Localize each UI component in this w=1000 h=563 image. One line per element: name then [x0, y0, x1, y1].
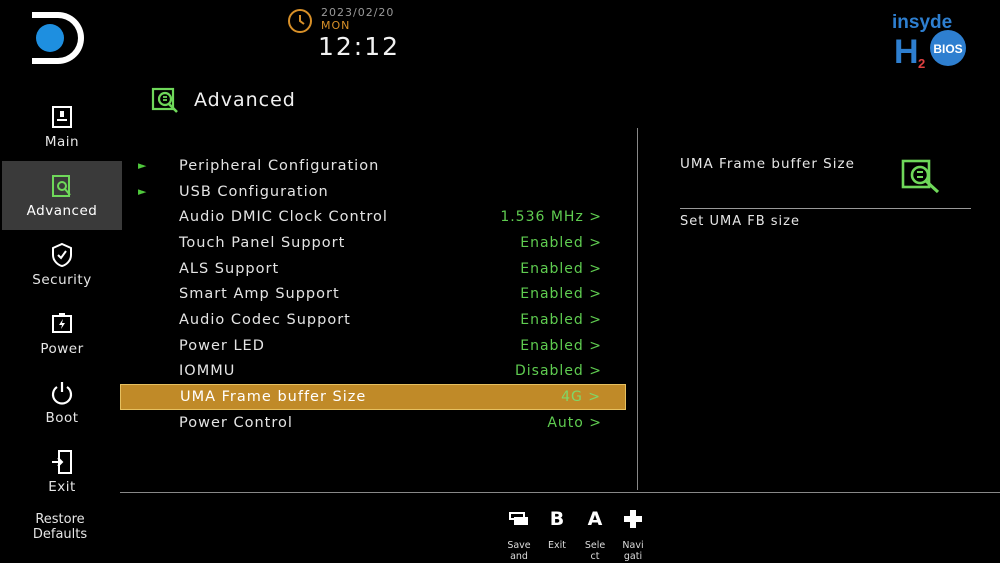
menu-item-value: 1.536 MHz > — [500, 209, 602, 226]
menu-item-value: Enabled > — [520, 286, 602, 303]
brand-line2: BIOS — [933, 42, 962, 56]
key-hint-label: Save and — [507, 540, 531, 562]
sidebar: Main Advanced Security Power Boot Exit — [0, 92, 124, 506]
key-hint-exit[interactable]: B Exit — [538, 508, 576, 562]
key-hint-navigate[interactable]: Navi gati — [614, 508, 652, 562]
advanced-icon — [49, 173, 75, 199]
key-hint-label: Sele ct — [584, 540, 606, 562]
key-hint-label: Exit — [548, 540, 566, 551]
svg-text:2: 2 — [918, 56, 925, 70]
submenu-arrow-icon: ► — [138, 159, 148, 173]
time-text: 12:12 — [318, 32, 401, 61]
menu-item-smart-amp-support[interactable]: Smart Amp Support Enabled > — [120, 281, 626, 307]
sidebar-item-security[interactable]: Security — [0, 230, 124, 299]
menu-item-peripheral-configuration[interactable]: ► Peripheral Configuration — [120, 153, 626, 179]
dpad-icon — [623, 508, 643, 530]
settings-list: ► Peripheral Configuration ► USB Configu… — [120, 153, 626, 436]
sidebar-item-power[interactable]: Power — [0, 299, 124, 368]
sidebar-item-label: Main — [44, 133, 80, 150]
menu-item-label: Touch Panel Support — [179, 234, 346, 251]
key-hint-select[interactable]: A Sele ct — [576, 508, 614, 562]
menu-item-power-led[interactable]: Power LED Enabled > — [120, 333, 626, 359]
sidebar-item-label: Security — [32, 271, 92, 288]
key-hint-label: Navi gati — [622, 540, 644, 562]
menu-item-value: Enabled > — [520, 260, 602, 277]
advanced-icon — [151, 87, 178, 113]
shield-icon — [49, 242, 75, 268]
menu-item-label: Peripheral Configuration — [179, 157, 380, 174]
menu-item-value: Enabled > — [520, 337, 602, 354]
menu-item-label: Audio Codec Support — [179, 311, 351, 328]
menu-item-label: Audio DMIC Clock Control — [179, 209, 388, 226]
menu-item-als-support[interactable]: ALS Support Enabled > — [120, 256, 626, 282]
menu-item-audio-codec-support[interactable]: Audio Codec Support Enabled > — [120, 307, 626, 333]
sidebar-item-boot[interactable]: Boot — [0, 368, 124, 437]
date-text: 2023/02/20 — [321, 6, 395, 19]
vertical-divider — [637, 128, 638, 490]
menu-item-label: Power Control — [179, 414, 293, 431]
main-icon — [49, 104, 75, 130]
save-icon — [508, 508, 530, 530]
brand-line1: insyde — [892, 12, 952, 33]
help-divider — [680, 208, 971, 209]
app-logo-icon — [32, 12, 84, 64]
menu-item-label: IOMMU — [179, 363, 236, 380]
menu-item-label: USB Configuration — [179, 183, 329, 200]
menu-item-uma-frame-buffer-size[interactable]: UMA Frame buffer Size 4G > — [120, 384, 626, 410]
restore-line1: Restore — [35, 512, 85, 527]
a-button-glyph: A — [587, 508, 603, 530]
horizontal-divider — [120, 492, 1000, 493]
b-button-glyph: B — [549, 508, 565, 530]
sidebar-item-label: Advanced — [26, 202, 98, 219]
menu-item-label: Power LED — [179, 337, 265, 354]
exit-door-icon — [49, 449, 75, 475]
sidebar-item-label: Power — [40, 340, 84, 357]
battery-icon — [49, 311, 75, 337]
key-hint-save[interactable]: Save and — [500, 508, 538, 562]
power-icon — [49, 380, 75, 406]
key-hints: Save and B Exit A Sele ct Navi gati — [500, 508, 652, 562]
menu-item-label: UMA Frame buffer Size — [180, 389, 367, 406]
menu-item-value: Enabled > — [520, 311, 602, 328]
help-description: Set UMA FB size — [680, 214, 800, 229]
restore-defaults-button[interactable]: Restore Defaults — [10, 512, 110, 542]
page-heading: Advanced — [150, 86, 296, 114]
insyde-h2o-logo: insyde H 2 BIOS — [886, 8, 974, 71]
sidebar-item-exit[interactable]: Exit — [0, 437, 124, 506]
menu-item-label: Smart Amp Support — [179, 286, 340, 303]
restore-line2: Defaults — [32, 527, 88, 542]
advanced-icon — [901, 159, 940, 194]
clock-icon — [288, 9, 312, 33]
day-text: MON — [321, 19, 351, 32]
menu-item-value: Auto > — [547, 414, 602, 431]
sidebar-item-main[interactable]: Main — [0, 92, 124, 161]
menu-item-label: ALS Support — [179, 260, 280, 277]
sidebar-item-label: Exit — [48, 478, 76, 495]
menu-item-power-control[interactable]: Power Control Auto > — [120, 410, 626, 436]
svg-text:H: H — [894, 33, 919, 70]
menu-item-value: 4G > — [561, 389, 601, 406]
menu-item-touch-panel-support[interactable]: Touch Panel Support Enabled > — [120, 230, 626, 256]
menu-item-value: Enabled > — [520, 234, 602, 251]
menu-item-usb-configuration[interactable]: ► USB Configuration — [120, 179, 626, 205]
menu-item-audio-dmic-clock-control[interactable]: Audio DMIC Clock Control 1.536 MHz > — [120, 204, 626, 230]
menu-item-value: Disabled > — [515, 363, 602, 380]
sidebar-item-advanced[interactable]: Advanced — [2, 161, 122, 230]
help-title: UMA Frame buffer Size — [680, 156, 855, 172]
page-title: Advanced — [194, 89, 296, 111]
sidebar-item-label: Boot — [45, 409, 79, 426]
menu-item-iommu[interactable]: IOMMU Disabled > — [120, 359, 626, 385]
submenu-arrow-icon: ► — [138, 185, 148, 199]
